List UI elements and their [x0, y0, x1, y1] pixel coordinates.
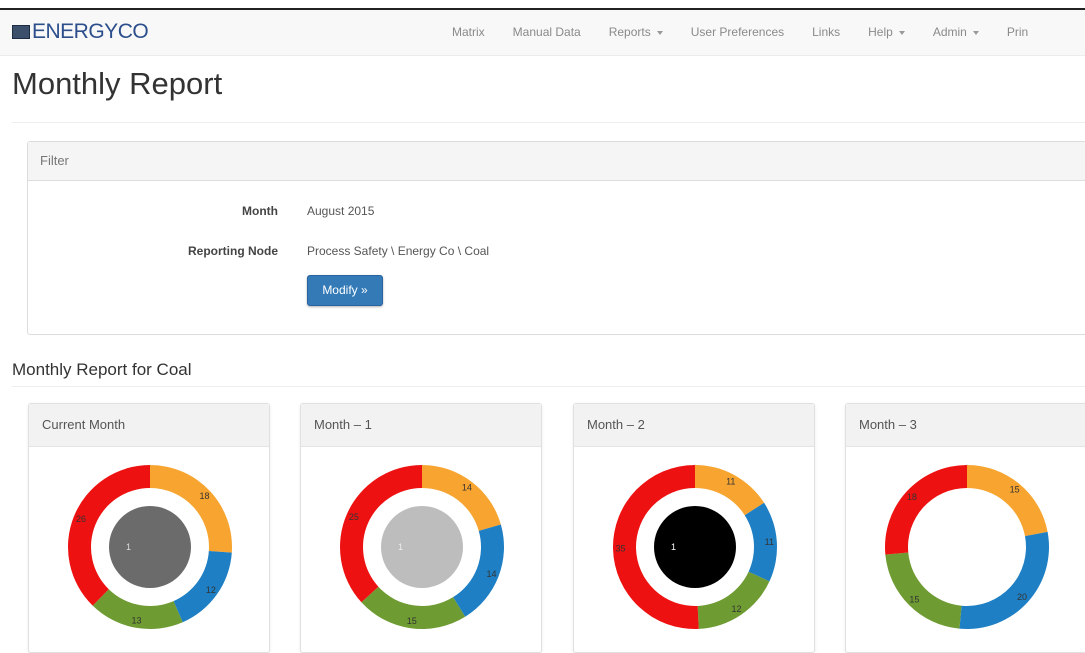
main-nav: Matrix Manual Data Reports User Preferences…: [452, 25, 1056, 39]
nav-item-manual-data[interactable]: Manual Data: [513, 25, 581, 39]
segment-value-label: 15: [407, 616, 417, 626]
segment-value-label: 15: [1010, 485, 1020, 495]
nav-item-help[interactable]: Help: [868, 25, 905, 39]
nav-item-label: Admin: [932, 25, 967, 39]
caret-down-icon: [898, 30, 905, 35]
reporting-node-label: Reporting Node: [188, 244, 278, 258]
nav-item-reports[interactable]: Reports: [609, 25, 663, 39]
segment-value-label: 12: [206, 585, 216, 595]
donut-segment-orange[interactable]: [967, 465, 1048, 537]
donut-center-label: 1: [671, 542, 676, 552]
page-title: Monthly Report: [12, 66, 223, 101]
segment-value-label: 20: [1017, 592, 1027, 602]
reporting-node-value: Process Safety \ Energy Co \ Coal: [307, 244, 490, 258]
nav-item-label: Help: [868, 25, 893, 39]
segment-value-label: 13: [131, 615, 141, 625]
donut-chart: 14 14 15 25 1: [340, 465, 504, 629]
segment-value-label: 18: [907, 492, 917, 502]
donut-chart: 15 20 15 18: [885, 465, 1049, 629]
nav-item-matrix[interactable]: Matrix: [452, 25, 485, 39]
donut-card-current-month: Current Month 18 12 13 26 1: [28, 403, 270, 653]
segment-value-label: 11: [726, 477, 735, 487]
nav-item-label: Manual Data: [512, 25, 581, 39]
card-title: Month – 3: [846, 404, 1085, 447]
nav-item-label: Reports: [608, 25, 651, 39]
brand-name: ENERGYCO: [32, 20, 149, 43]
nav-item-user-preferences[interactable]: User Preferences: [691, 25, 784, 39]
top-navbar: ENERGYCO Matrix Manual Data Reports User Pr…: [0, 8, 1085, 56]
logo-square-icon: [12, 25, 30, 39]
donut-center-label: 1: [126, 542, 131, 552]
donut-chart: 18 12 13 26 1: [68, 465, 232, 629]
donut-center-circle[interactable]: [654, 506, 736, 588]
segment-value-label: 11: [765, 537, 774, 547]
nav-item-links[interactable]: Links: [812, 25, 840, 39]
donut-segment-blue[interactable]: [959, 531, 1049, 629]
segment-value-label: 12: [732, 604, 742, 614]
donut-card-month-3: Month – 3 15 20 15 18: [845, 403, 1085, 653]
donut-segment-green[interactable]: [885, 552, 962, 629]
segment-value-label: 14: [486, 569, 496, 579]
segment-value-label: 35: [616, 544, 626, 554]
nav-item-admin[interactable]: Admin: [933, 25, 979, 39]
donut-center-label: 1: [398, 542, 403, 552]
nav-item-label: Prin: [1006, 25, 1029, 39]
segment-value-label: 18: [199, 491, 209, 501]
nav-item-label: Matrix: [452, 25, 485, 39]
nav-item-label: Links: [812, 25, 841, 39]
card-title: Month – 2: [574, 404, 814, 447]
segment-value-label: 14: [462, 483, 472, 493]
report-section-title: Monthly Report for Coal: [12, 360, 192, 379]
segment-value-label: 25: [349, 512, 359, 522]
nav-item-prin[interactable]: Prin: [1007, 25, 1028, 39]
card-title: Current Month: [29, 404, 269, 447]
donut-center-circle[interactable]: [381, 506, 463, 588]
donut-center-circle[interactable]: [109, 506, 191, 588]
donut-card-month-1: Month – 1 14 14 15 25 1: [300, 403, 542, 653]
filter-panel: Filter Month August 2015 Reporting Node …: [27, 141, 1085, 335]
brand-logo[interactable]: ENERGYCO: [12, 20, 149, 44]
caret-down-icon: [972, 30, 979, 35]
filter-panel-heading: Filter: [28, 142, 1085, 181]
card-title: Month – 1: [301, 404, 541, 447]
divider: [12, 122, 1085, 123]
segment-value-label: 15: [909, 595, 919, 605]
month-label: Month: [242, 204, 278, 218]
divider: [12, 386, 1085, 387]
donut-segment-red[interactable]: [885, 465, 967, 555]
donut-chart: 11 11 12 35 1: [613, 465, 777, 629]
donut-card-month-2: Month – 2 11 11 12 35 1: [573, 403, 815, 653]
month-value: August 2015: [307, 204, 375, 218]
caret-down-icon: [656, 30, 663, 35]
segment-value-label: 26: [76, 514, 86, 524]
modify-button[interactable]: Modify »: [307, 275, 383, 306]
nav-item-label: User Preferences: [690, 25, 785, 39]
